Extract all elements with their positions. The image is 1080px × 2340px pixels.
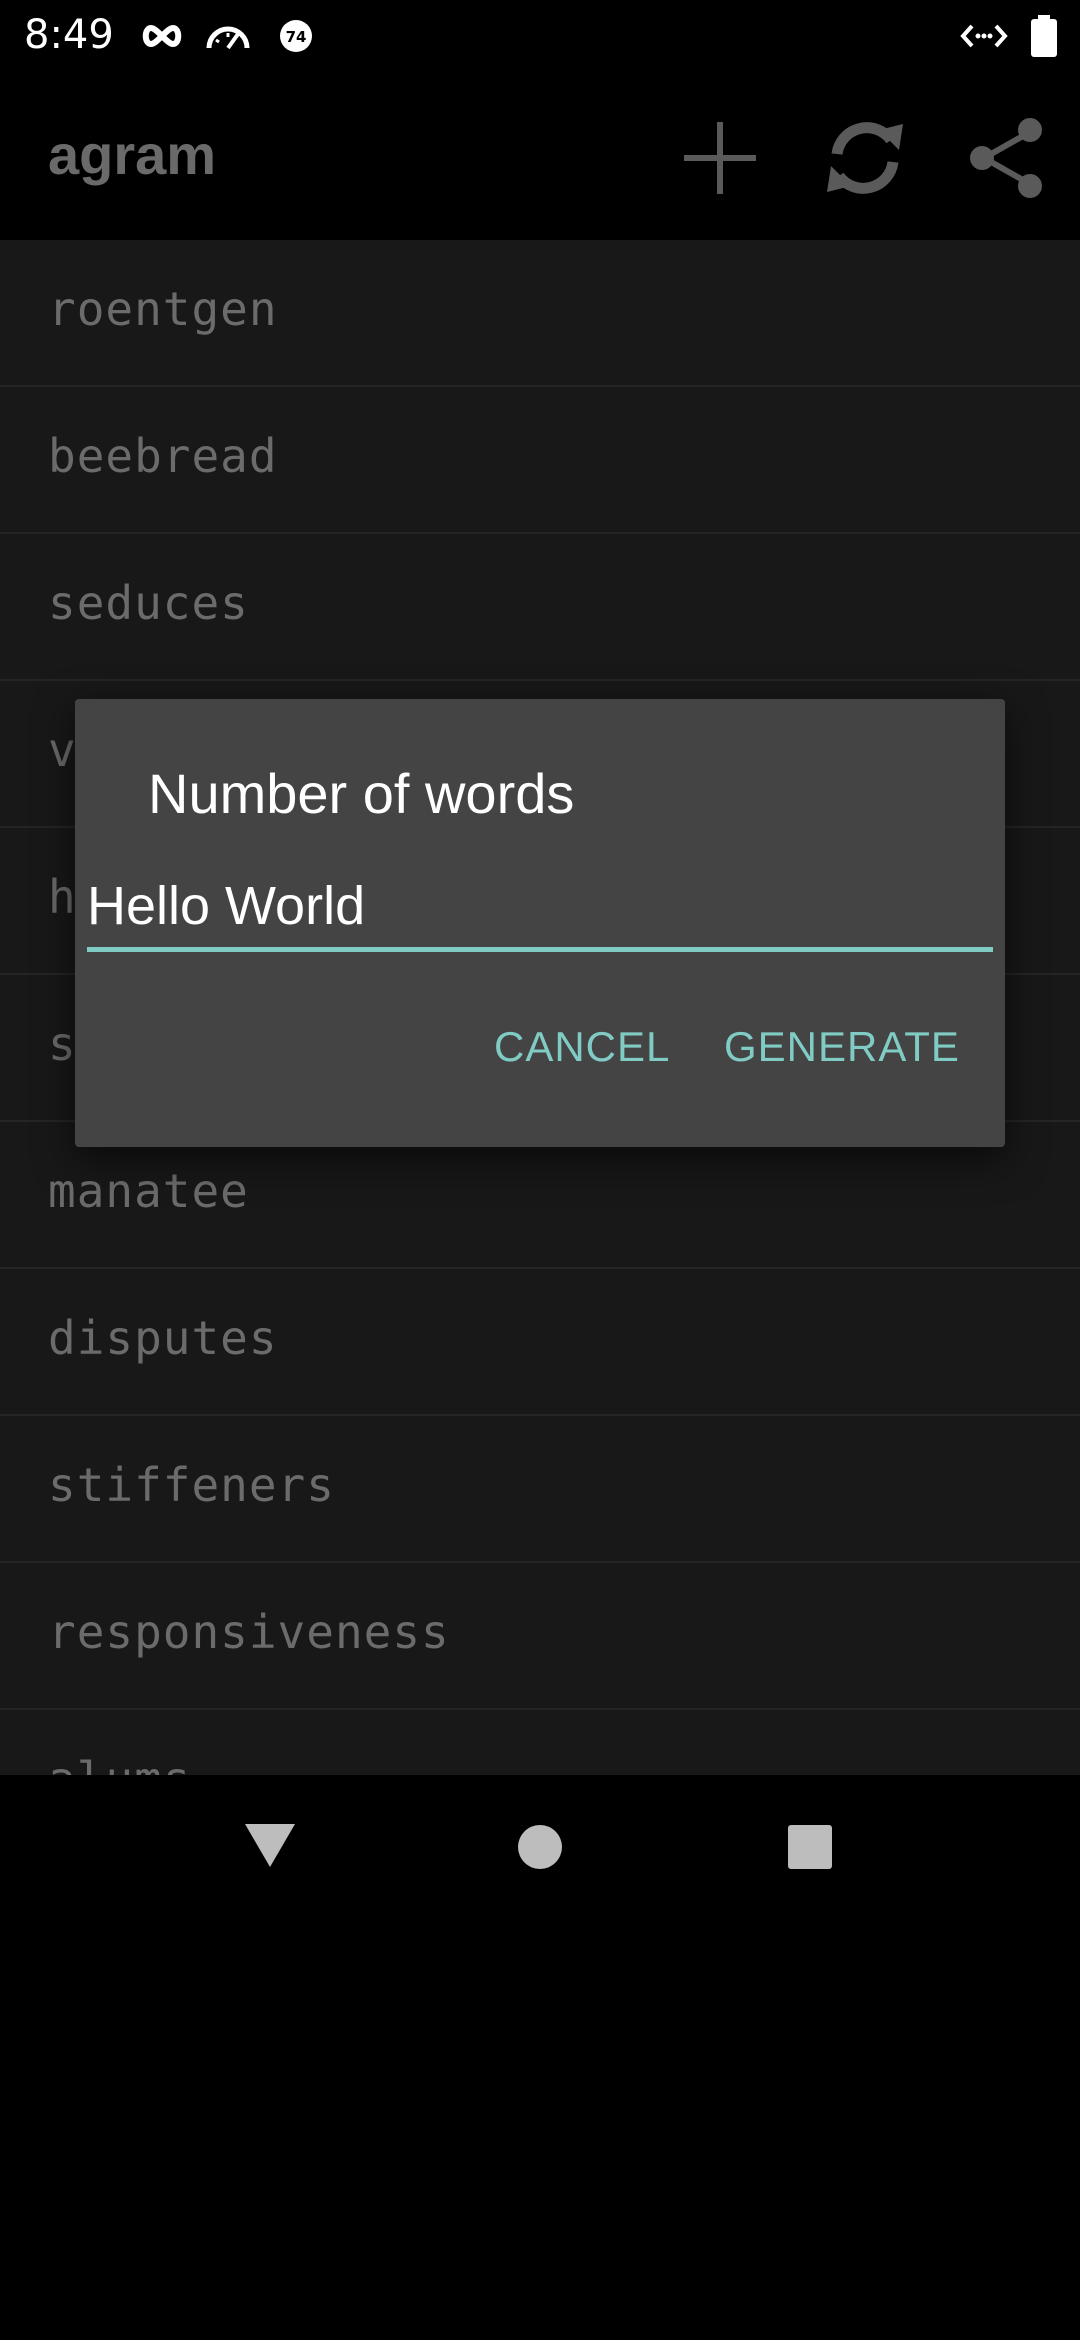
app-title: agram: [48, 123, 217, 186]
list-item[interactable]: disputes: [0, 1269, 1080, 1416]
number-of-words-dialog: Number of words CANCEL GENERATE: [75, 699, 1005, 1147]
recents-icon: [788, 1825, 832, 1869]
word-text: s: [48, 1017, 77, 1071]
badge-count: 74: [286, 28, 307, 46]
word-text: seduces: [48, 576, 249, 630]
home-button[interactable]: [490, 1797, 590, 1897]
generate-button[interactable]: GENERATE: [724, 1023, 960, 1071]
word-text: v: [48, 723, 77, 777]
refresh-icon: [827, 122, 903, 194]
screen: 8:49 74 agram roentgen beebread seduces …: [0, 0, 1080, 2340]
app-bar: agram: [0, 72, 1080, 240]
share-button[interactable]: [960, 110, 1056, 206]
badge-icon: 74: [276, 16, 316, 61]
dialog-title: Number of words: [148, 762, 575, 825]
infinity-icon: [140, 16, 184, 61]
navigation-bar: [0, 1775, 1080, 1920]
word-text: roentgen: [48, 282, 278, 336]
word-text: alums: [48, 1752, 191, 1775]
word-count-input[interactable]: [87, 865, 993, 952]
add-icon: [684, 122, 756, 194]
share-icon: [970, 118, 1042, 198]
list-item[interactable]: beebread: [0, 387, 1080, 534]
status-bar: 8:49 74: [0, 0, 1080, 72]
status-time: 8:49: [24, 12, 114, 58]
list-item[interactable]: stiffeners: [0, 1416, 1080, 1563]
recents-button[interactable]: [760, 1797, 860, 1897]
word-text: manatee: [48, 1164, 249, 1218]
list-item[interactable]: seduces: [0, 534, 1080, 681]
refresh-button[interactable]: [817, 110, 913, 206]
battery-icon: [1028, 14, 1060, 63]
word-text: stiffeners: [48, 1458, 335, 1512]
list-item[interactable]: responsiveness: [0, 1563, 1080, 1710]
list-item[interactable]: alums: [0, 1710, 1080, 1775]
home-icon: [518, 1825, 562, 1869]
word-text: responsiveness: [48, 1605, 450, 1659]
code-icon: [960, 16, 1008, 61]
back-button[interactable]: [220, 1797, 320, 1897]
add-button[interactable]: [672, 110, 768, 206]
cancel-button[interactable]: CANCEL: [494, 1023, 670, 1071]
word-text: h: [48, 870, 77, 924]
word-text: disputes: [48, 1311, 278, 1365]
list-item[interactable]: roentgen: [0, 240, 1080, 387]
word-text: beebread: [48, 429, 278, 483]
speedometer-icon: [204, 16, 252, 61]
back-icon: [245, 1824, 295, 1867]
